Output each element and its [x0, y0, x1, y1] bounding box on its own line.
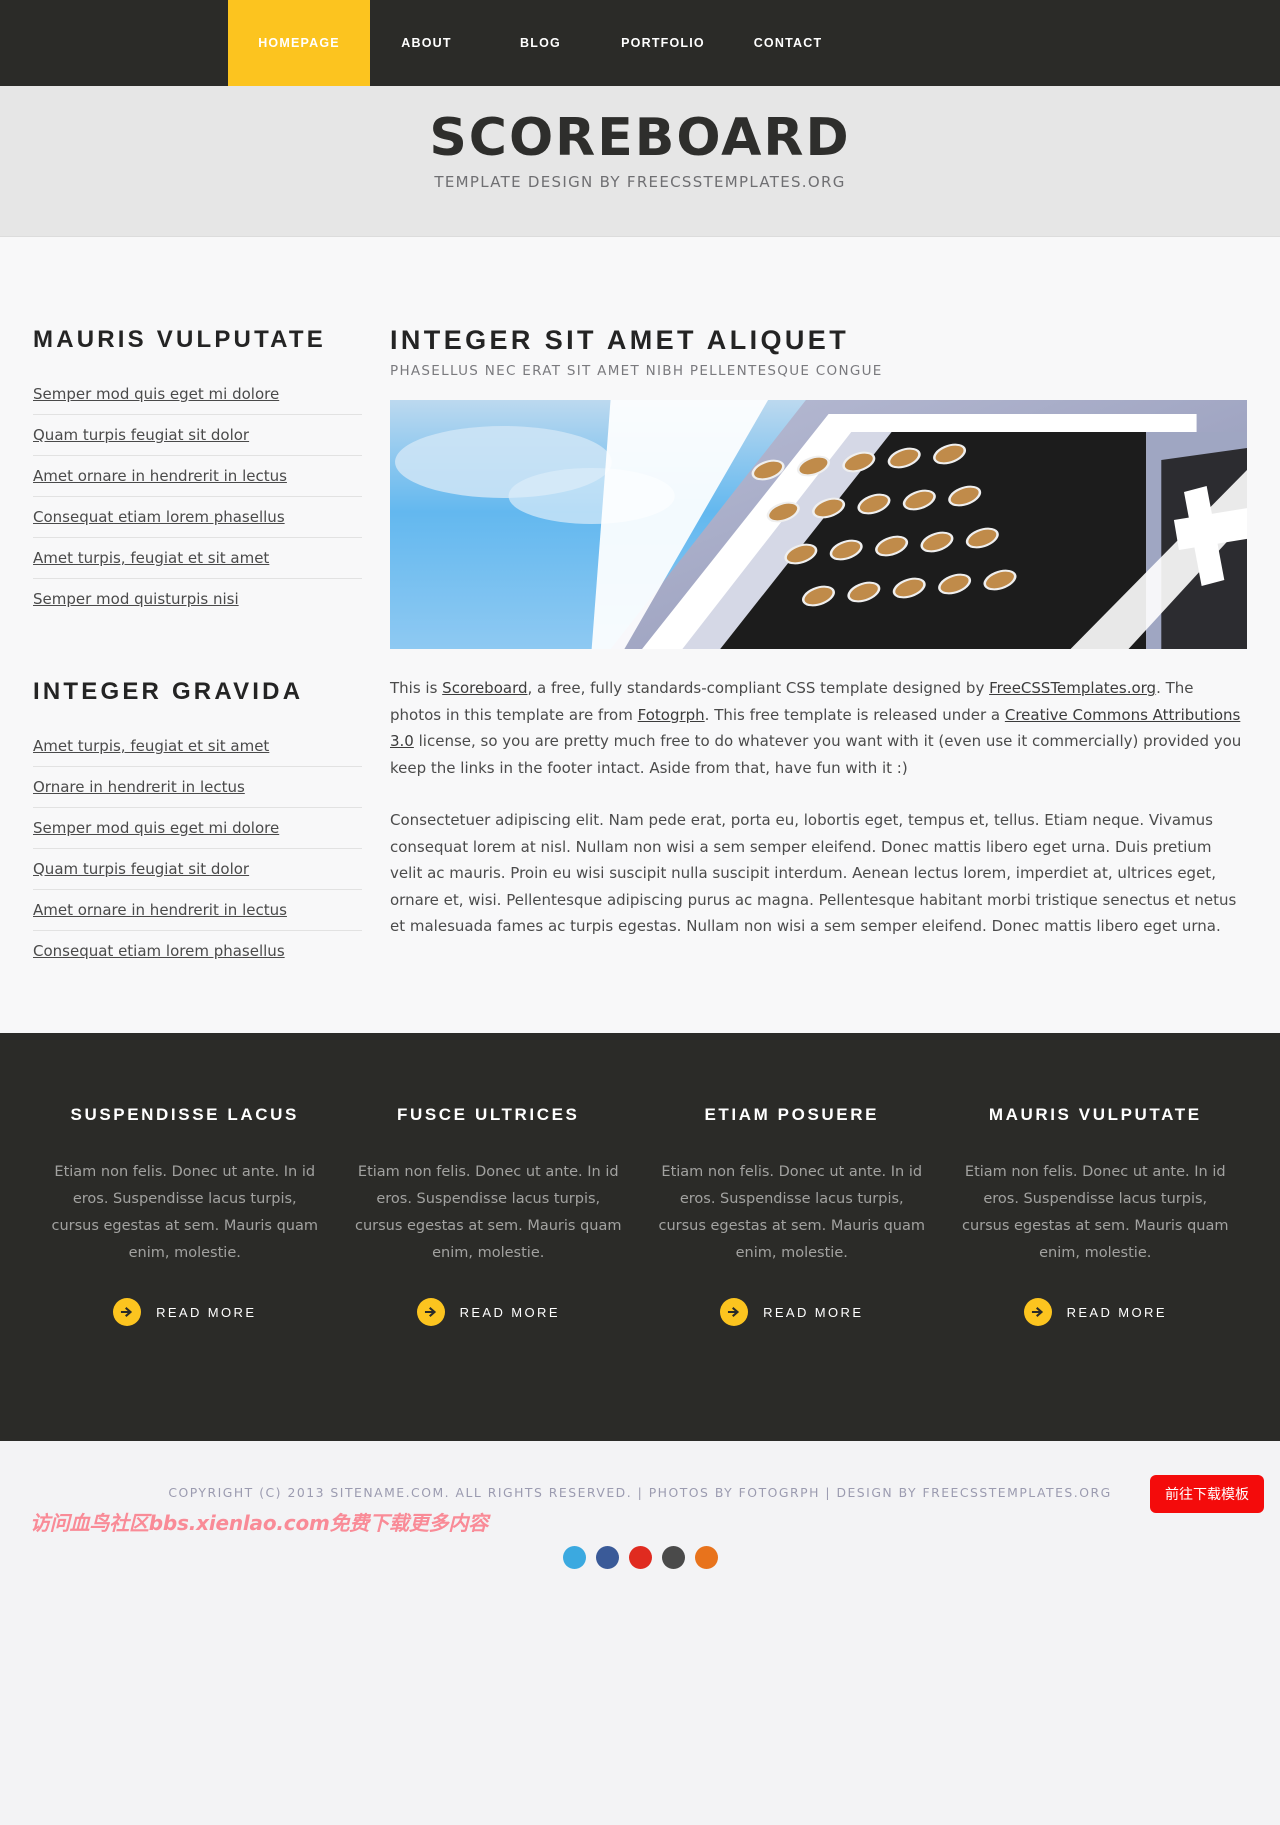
- footer-columns: SUSPENDISSE LACUS Etiam non felis. Donec…: [33, 1105, 1247, 1326]
- scoreboard-link[interactable]: Scoreboard: [442, 679, 527, 697]
- sidebar-heading-integer-gravida: INTEGER GRAVIDA: [33, 678, 304, 705]
- footer-column-body: Etiam non felis. Donec ut ante. In id er…: [658, 1164, 925, 1261]
- list-item: Ornare in hendrerit in lectus: [33, 767, 362, 808]
- footer-features: SUSPENDISSE LACUS Etiam non felis. Donec…: [0, 1033, 1280, 1441]
- footer-column-body: Etiam non felis. Donec ut ante. In id er…: [354, 1164, 622, 1261]
- intro-text-5: license, so you are pretty much free to …: [390, 732, 1242, 777]
- list-item: Semper mod quis eget mi dolore: [33, 808, 362, 849]
- arrow-right-icon: [113, 1298, 142, 1326]
- body-paragraph: Consectetuer adipiscing elit. Nam pede e…: [390, 811, 1237, 935]
- intro-paragraph: This is Scoreboard, a free, fully standa…: [390, 675, 1247, 781]
- freecsstemplates-link[interactable]: FreeCSSTemplates.org: [989, 679, 1156, 697]
- list-item: Amet turpis, feugiat et sit amet: [33, 538, 362, 579]
- list-item: Consequat etiam lorem phasellus: [33, 931, 362, 971]
- list-item: Consequat etiam lorem phasellus: [33, 497, 362, 538]
- list-item: Amet ornare in hendrerit in lectus: [33, 890, 362, 931]
- footer-column-etiam-posuere: ETIAM POSUERE Etiam non felis. Donec ut …: [640, 1105, 944, 1326]
- list-item: Amet turpis, feugiat et sit amet: [33, 726, 362, 767]
- read-more-label: READ MORE: [156, 1304, 257, 1320]
- sidebar-link[interactable]: Amet turpis, feugiat et sit amet: [33, 726, 362, 766]
- footer-column-mauris-vulputate: MAURIS VULPUTATE Etiam non felis. Donec …: [944, 1105, 1248, 1326]
- vimeo-icon[interactable]: [661, 1546, 685, 1569]
- page-title: INTEGER SIT AMET ALIQUET: [390, 325, 850, 355]
- arrow-right-icon: [416, 1298, 445, 1326]
- main-column: INTEGER SIT AMET ALIQUET PHASELLUS NEC E…: [386, 325, 1247, 940]
- rss-icon[interactable]: [694, 1546, 718, 1569]
- sidebar-list-one: Semper mod quis eget mi dolore Quam turp…: [33, 374, 362, 619]
- youtube-icon[interactable]: [628, 1546, 652, 1569]
- read-more-label: READ MORE: [763, 1304, 864, 1320]
- sidebar-link[interactable]: Semper mod quis eget mi dolore: [33, 374, 362, 414]
- nav-left-spacer: [33, 0, 228, 86]
- list-item: Semper mod quis eget mi dolore: [33, 374, 362, 415]
- read-more-button[interactable]: READ MORE: [958, 1298, 1234, 1326]
- footer-column-fusce-ultrices: FUSCE ULTRICES Etiam non felis. Donec ut…: [337, 1105, 641, 1326]
- sidebar-link[interactable]: Consequat etiam lorem phasellus: [33, 497, 362, 537]
- sidebar-link[interactable]: Quam turpis feugiat sit dolor: [33, 849, 362, 889]
- nav-item-portfolio[interactable]: PORTFOLIO: [598, 0, 728, 86]
- site-masthead: SCOREBOARD TEMPLATE DESIGN BY FREECSSTEM…: [0, 86, 1280, 237]
- sidebar-link[interactable]: Amet turpis, feugiat et sit amet: [33, 538, 362, 578]
- sidebar-link[interactable]: Consequat etiam lorem phasellus: [33, 931, 362, 971]
- intro-text-1: This is: [390, 679, 443, 697]
- scoreboard-photo-graphic: [390, 400, 1247, 649]
- read-more-label: READ MORE: [459, 1304, 560, 1320]
- nav-item-blog[interactable]: BLOG: [483, 0, 598, 86]
- list-item: Quam turpis feugiat sit dolor: [33, 849, 362, 890]
- list-item: Amet ornare in hendrerit in lectus: [33, 456, 362, 497]
- footer-column-suspendisse-lacus: SUSPENDISSE LACUS Etiam non felis. Donec…: [33, 1105, 337, 1326]
- sidebar: MAURIS VULPUTATE Semper mod quis eget mi…: [33, 325, 386, 971]
- copyright-bar: COPYRIGHT (C) 2013 SITENAME.COM. ALL RIG…: [0, 1441, 1280, 1825]
- footer-column-heading: SUSPENDISSE LACUS: [70, 1105, 299, 1124]
- hero-image: [390, 400, 1247, 649]
- site-watermark: 访问血鸟社区bbs.xienlao.com免费下载更多内容: [30, 1511, 489, 1535]
- footer-column-heading: MAURIS VULPUTATE: [988, 1105, 1202, 1124]
- sidebar-link[interactable]: Amet ornare in hendrerit in lectus: [33, 890, 362, 930]
- footer-column-body: Etiam non felis. Donec ut ante. In id er…: [51, 1164, 318, 1261]
- site-title: SCOREBOARD: [429, 108, 851, 168]
- sidebar-link[interactable]: Semper mod quis eget mi dolore: [33, 808, 362, 848]
- sidebar-link[interactable]: Amet ornare in hendrerit in lectus: [33, 456, 362, 496]
- sidebar-link[interactable]: Quam turpis feugiat sit dolor: [33, 415, 362, 455]
- intro-text-4: . This free template is released under a: [704, 705, 1005, 724]
- sidebar-link[interactable]: Ornare in hendrerit in lectus: [33, 767, 362, 807]
- nav-item-about[interactable]: ABOUT: [370, 0, 483, 86]
- sidebar-heading-mauris-vulputate: MAURIS VULPUTATE: [33, 326, 326, 353]
- read-more-button[interactable]: READ MORE: [351, 1298, 627, 1326]
- site-tagline: TEMPLATE DESIGN BY FREECSSTEMPLATES.ORG: [434, 173, 846, 192]
- read-more-label: READ MORE: [1066, 1304, 1167, 1320]
- main-navigation: HOMEPAGE ABOUT BLOG PORTFOLIO CONTACT: [0, 0, 1280, 86]
- read-more-button[interactable]: READ MORE: [47, 1298, 323, 1326]
- page-subtitle: PHASELLUS NEC ERAT SIT AMET NIBH PELLENT…: [390, 363, 883, 379]
- nav-item-homepage[interactable]: HOMEPAGE: [228, 0, 370, 86]
- arrow-right-icon: [1023, 1298, 1052, 1326]
- fotogrph-link[interactable]: Fotogrph: [638, 706, 705, 724]
- list-item: Semper mod quisturpis nisi: [33, 579, 362, 619]
- arrow-right-icon: [720, 1298, 749, 1326]
- intro-text-2: , a free, fully standards-compliant CSS …: [527, 679, 990, 697]
- social-icons-row: [0, 1546, 1280, 1569]
- list-item: Quam turpis feugiat sit dolor: [33, 415, 362, 456]
- footer-column-heading: FUSCE ULTRICES: [397, 1105, 580, 1124]
- twitter-icon[interactable]: [562, 1546, 586, 1569]
- download-template-button[interactable]: 前往下载模板: [1150, 1475, 1264, 1513]
- page-content: MAURIS VULPUTATE Semper mod quis eget mi…: [0, 237, 1280, 1033]
- copyright-text: COPYRIGHT (C) 2013 SITENAME.COM. ALL RIG…: [168, 1485, 1112, 1500]
- sidebar-link[interactable]: Semper mod quisturpis nisi: [33, 579, 362, 619]
- footer-column-heading: ETIAM POSUERE: [704, 1105, 880, 1124]
- footer-column-body: Etiam non felis. Donec ut ante. In id er…: [961, 1164, 1229, 1261]
- nav-item-contact[interactable]: CONTACT: [728, 0, 848, 86]
- facebook-icon[interactable]: [595, 1546, 619, 1569]
- sidebar-list-two: Amet turpis, feugiat et sit amet Ornare …: [33, 726, 362, 971]
- read-more-button[interactable]: READ MORE: [654, 1298, 930, 1326]
